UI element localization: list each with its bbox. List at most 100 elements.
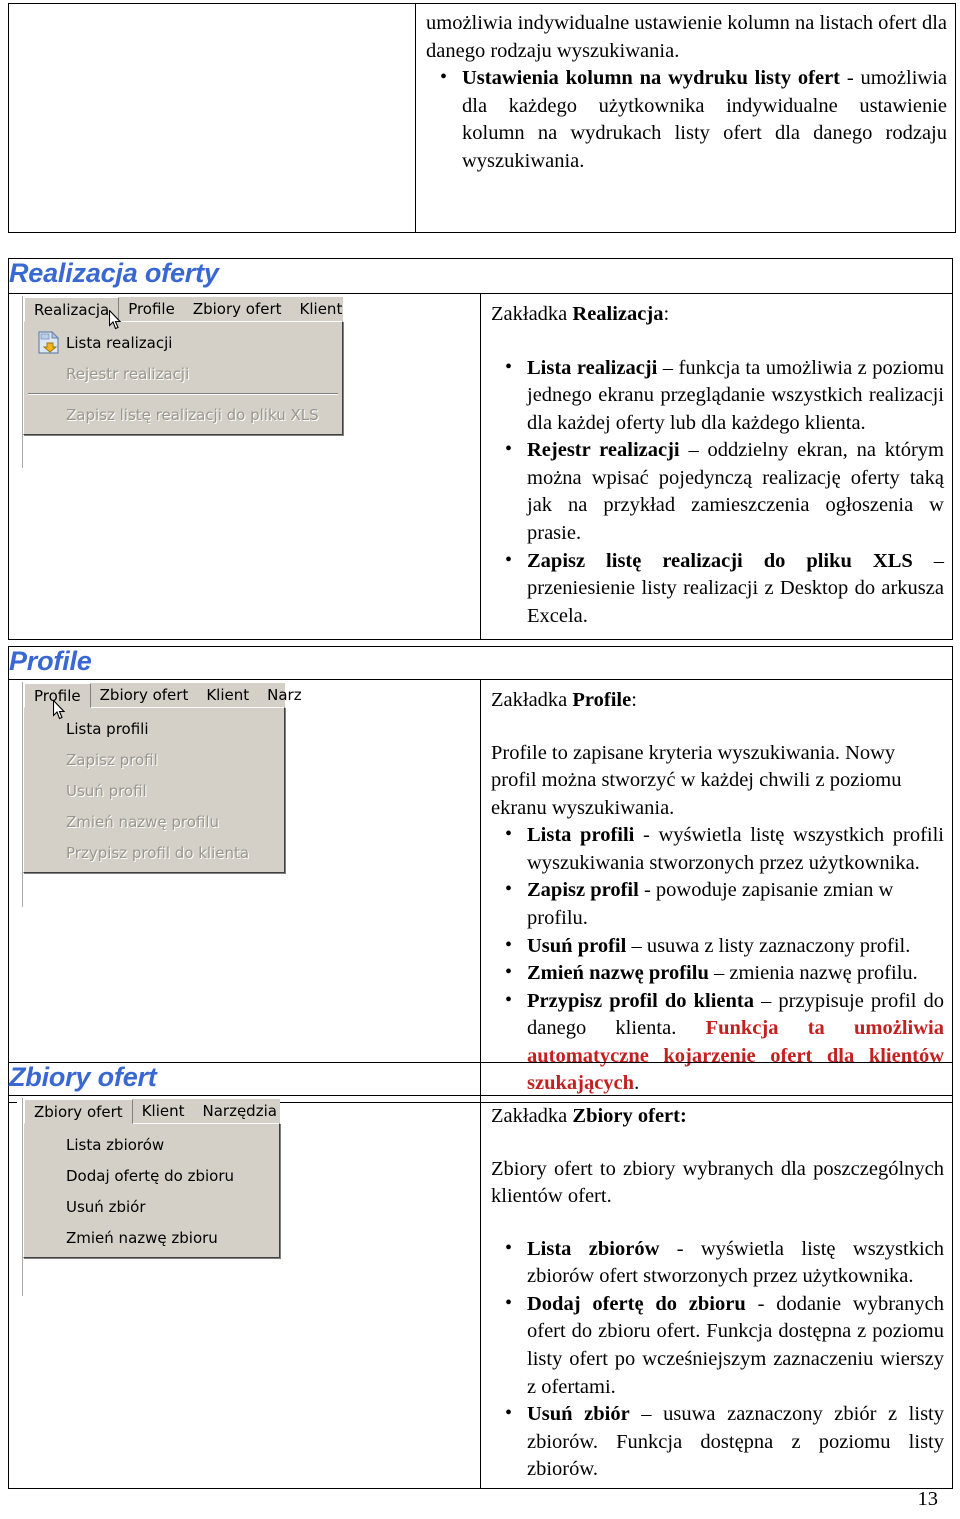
description-cell-profile: Zakładka Profile: Profile to zapisane kr… xyxy=(480,679,953,1103)
section-heading-cell: Profile xyxy=(8,646,953,680)
page-number: 13 xyxy=(917,1488,939,1510)
menubar-zbiory: Zbiory ofert Klient Narzędzia xyxy=(23,1098,280,1124)
screenshot-left-edge xyxy=(17,296,23,468)
bullet-term: Lista realizacji xyxy=(527,356,658,379)
menu-option-label: Zmień nazwę profilu xyxy=(66,812,220,831)
menu-item-label: Klient xyxy=(141,1102,185,1120)
bullet-term: Rejestr realizacji xyxy=(527,439,680,462)
menubar-profile: Profile Zbiory ofert Klient Narz xyxy=(23,682,302,708)
bullet-desc: – zmienia nazwę profilu. xyxy=(708,962,918,985)
menu-option-zapisz-liste-xls[interactable]: Zapisz listę realizacji do pliku XLS xyxy=(24,399,342,430)
menu-option-label: Lista profili xyxy=(66,719,149,738)
menu-option-lista-profili[interactable]: Lista profili xyxy=(24,713,284,744)
menu-item-label: Realizacja xyxy=(34,300,110,319)
bullet-list-profile: Lista profili - wyświetla listę wszystki… xyxy=(491,821,944,1098)
app-menu-screenshot-realizacja: Realizacja Profile Zbiory ofert Klient L… xyxy=(17,296,354,468)
bullet-term: Zapisz listę realizacji do pliku XLS xyxy=(527,549,913,572)
menu-item-label: Profile xyxy=(34,686,81,705)
list-item: Lista zbiorów - wyświetla listę wszystki… xyxy=(491,1235,944,1291)
menu-option-label: Zapisz profil xyxy=(66,750,158,769)
dropdown-menu-profile[interactable]: Lista profili Zapisz profil Usuń profil xyxy=(23,707,285,873)
tab-intro-profile: Zakładka Profile: xyxy=(491,687,944,715)
menu-item-klient[interactable]: Klient xyxy=(197,683,258,707)
bullet-list-realizacja: Lista realizacji – funkcja ta umożliwia … xyxy=(491,354,944,631)
list-item: Zapisz profil - powoduje zapisanie zmian… xyxy=(491,876,944,932)
menu-option-label: Usuń zbiór xyxy=(66,1197,146,1216)
screenshot-left-edge xyxy=(17,1098,23,1296)
bullet-term: Przypisz profil do klienta xyxy=(527,989,754,1012)
menu-item-label: Zbiory ofert xyxy=(34,1102,123,1121)
screenshot-left-edge xyxy=(17,682,23,907)
bullet-term: Zmień nazwę profilu xyxy=(527,962,709,985)
section-zbiory-ofert: Zbiory ofert Zbiory ofert Klient Narzędz… xyxy=(8,1062,953,1489)
tab-intro-zbiory: Zakładka Zbiory ofert: xyxy=(491,1103,944,1131)
menu-option-label: Zapisz listę realizacji do pliku XLS xyxy=(66,405,319,424)
intro-suffix: : xyxy=(631,689,637,711)
top-right-text-cell: umożliwia indywidualne ustawienie kolumn… xyxy=(415,3,956,233)
menu-item-klient[interactable]: Klient xyxy=(133,1099,194,1123)
menu-option-label: Dodaj ofertę do zbioru xyxy=(66,1166,234,1185)
section-heading-cell: Zbiory ofert xyxy=(8,1062,953,1096)
menu-option-label: Przypisz profil do klienta xyxy=(66,843,250,862)
page-title-zbiory-ofert: Zbiory ofert xyxy=(9,1062,157,1092)
menu-item-profile[interactable]: Profile xyxy=(119,297,184,321)
menu-option-rejestr-realizacji[interactable]: Rejestr realizacji xyxy=(24,358,342,389)
bullet-term: Usuń profil xyxy=(527,934,627,957)
screenshot-cell-zbiory: Zbiory ofert Klient Narzędzia Lista zbio… xyxy=(8,1095,481,1489)
menu-option-usun-zbior[interactable]: Usuń zbiór xyxy=(24,1191,279,1222)
list-item: Rejestr realizacji – oddzielny ekran, na… xyxy=(491,436,944,547)
list-item: Lista profili - wyświetla listę wszystki… xyxy=(491,821,944,877)
page-title-realizacja: Realizacja oferty xyxy=(9,258,219,288)
intro-prefix: Zakładka xyxy=(491,1105,573,1127)
top-lead-paragraph: umożliwia indywidualne ustawienie kolumn… xyxy=(426,12,947,62)
table-row: Realizacja Profile Zbiory ofert Klient L… xyxy=(8,293,953,640)
menu-item-narzedzia[interactable]: Narzędzia xyxy=(194,1099,286,1123)
dropdown-menu-zbiory[interactable]: Lista zbiorów Dodaj ofertę do zbioru Usu… xyxy=(23,1123,280,1258)
menu-item-zbiory-ofert[interactable]: Zbiory ofert xyxy=(91,683,198,707)
description-cell-realizacja: Zakładka Realizacja: Lista realizacji – … xyxy=(480,293,953,640)
intro-bold: Zbiory ofert: xyxy=(572,1105,687,1127)
bullet-term: Zapisz profil xyxy=(527,879,639,902)
menubar-realizacja: Realizacja Profile Zbiory ofert Klient xyxy=(23,296,343,322)
list-item: Zmień nazwę profilu – zmienia nazwę prof… xyxy=(491,959,944,988)
menu-item-profile[interactable]: Profile xyxy=(24,683,91,708)
menu-item-zbiory-ofert[interactable]: Zbiory ofert xyxy=(24,1099,133,1124)
menu-option-usun-profil[interactable]: Usuń profil xyxy=(24,775,284,806)
dropdown-menu-realizacja[interactable]: Lista realizacji Rejestr realizacji Zapi… xyxy=(23,321,343,435)
menu-option-zmien-nazwe-zbioru[interactable]: Zmień nazwę zbioru xyxy=(24,1222,279,1253)
bullet-term: Dodaj ofertę do zbioru xyxy=(527,1292,746,1315)
menu-item-klient[interactable]: Klient xyxy=(291,297,352,321)
intro-prefix: Zakładka xyxy=(491,689,573,711)
top-left-content xyxy=(9,4,415,12)
page-title-profile: Profile xyxy=(9,646,92,676)
menu-item-label: Narz xyxy=(267,686,302,704)
menu-option-zmien-nazwe-profilu[interactable]: Zmień nazwę profilu xyxy=(24,806,284,837)
menu-item-zbiory-ofert[interactable]: Zbiory ofert xyxy=(184,297,291,321)
section-profile: Profile Profile Zbiory ofert Klient Narz xyxy=(8,646,953,1103)
list-item: Dodaj ofertę do zbioru - dodanie wybrany… xyxy=(491,1290,944,1401)
menu-item-realizacja[interactable]: Realizacja xyxy=(24,297,120,322)
menu-option-zapisz-profil[interactable]: Zapisz profil xyxy=(24,744,284,775)
table-row: Zbiory ofert xyxy=(8,1062,953,1096)
menu-option-label: Lista zbiorów xyxy=(66,1135,165,1154)
description-cell-zbiory: Zakładka Zbiory ofert: Zbiory ofert to z… xyxy=(480,1095,953,1489)
menu-item-label: Zbiory ofert xyxy=(99,686,189,704)
menu-option-lista-realizacji[interactable]: Lista realizacji xyxy=(24,327,342,358)
menu-option-lista-zbiorow[interactable]: Lista zbiorów xyxy=(24,1129,279,1160)
list-item: Usuń profil – usuwa z listy zaznaczony p… xyxy=(491,932,944,961)
menu-option-dodaj-oferte-do-zbioru[interactable]: Dodaj ofertę do zbioru xyxy=(24,1160,279,1191)
menu-item-label: Narzędzia xyxy=(202,1102,277,1120)
top-left-empty-cell xyxy=(8,3,416,233)
bullet-list-zbiory: Lista zbiorów - wyświetla listę wszystki… xyxy=(491,1235,944,1484)
list-item: Lista realizacji – funkcja ta umożliwia … xyxy=(491,354,944,438)
intro-prefix: Zakładka xyxy=(491,303,573,325)
intro-suffix: : xyxy=(663,303,670,325)
menu-item-narzedzia[interactable]: Narz xyxy=(258,683,310,707)
app-menu-screenshot-profile: Profile Zbiory ofert Klient Narz Lista p… xyxy=(17,682,302,907)
document-save-icon xyxy=(32,330,66,355)
menu-option-przypisz-profil-do-klienta[interactable]: Przypisz profil do klienta xyxy=(24,837,284,868)
